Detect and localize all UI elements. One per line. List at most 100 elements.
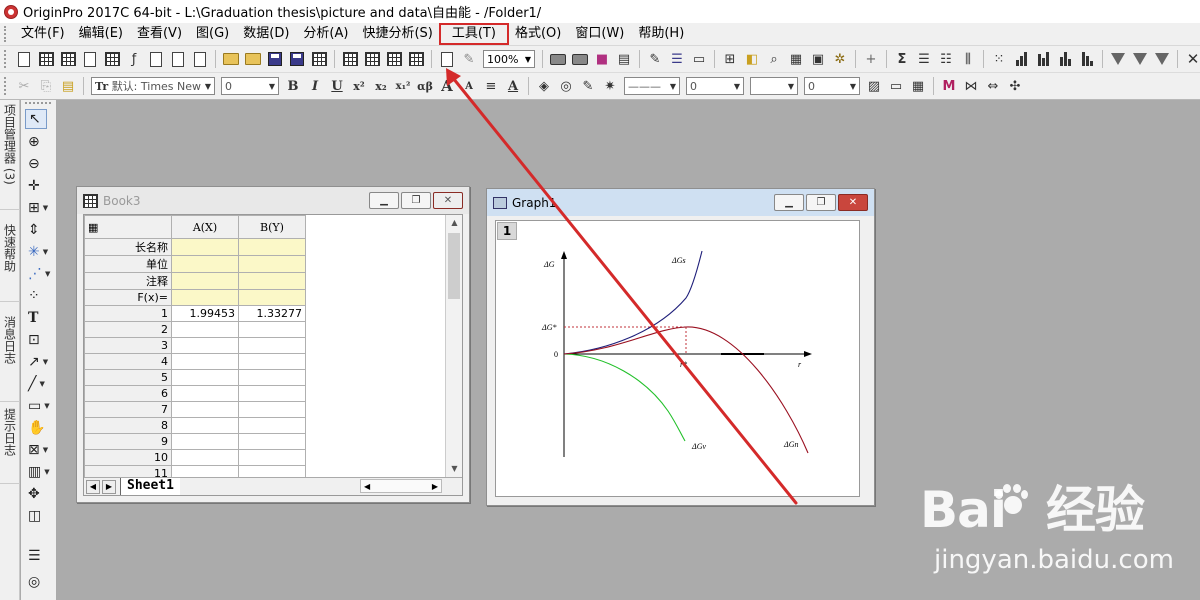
column-plot-icon[interactable]	[1011, 49, 1031, 69]
row-number[interactable]: 6	[84, 385, 172, 402]
cell[interactable]: 1.33277	[238, 305, 306, 322]
duplicate-icon[interactable]	[437, 49, 457, 69]
dialog-icon[interactable]: ▦	[786, 49, 806, 69]
mask-tool-icon[interactable]: ⋰ ▼	[25, 264, 51, 284]
settings-icon[interactable]: ✲	[830, 49, 850, 69]
more-tools-icon[interactable]: ☰	[25, 546, 51, 566]
vertical-scrollbar[interactable]: ▲ ▼	[445, 215, 462, 477]
cell[interactable]: 1.99453	[171, 305, 239, 322]
code-builder-icon[interactable]: ✎	[645, 49, 665, 69]
zoom-combo[interactable]: 100% ▼	[483, 50, 535, 68]
move-layer-tool-icon[interactable]: ✥	[25, 484, 51, 504]
menu-file[interactable]: 文件(F)	[14, 24, 72, 44]
save-project-icon[interactable]	[265, 49, 285, 69]
light-icon[interactable]: ✷	[600, 76, 620, 96]
cell[interactable]	[238, 385, 306, 402]
font-size-combo[interactable]: 0 ▼	[221, 77, 279, 95]
minimize-button[interactable]: ▁	[774, 194, 804, 211]
font-combo[interactable]: Tr 默认: Times New ▼	[91, 77, 215, 95]
superscript-button[interactable]: x²	[349, 76, 369, 96]
region-select-tool-icon[interactable]: ✳ ▼	[25, 242, 51, 262]
filter-edit-icon[interactable]	[1152, 49, 1172, 69]
row-number[interactable]: 3	[84, 337, 172, 354]
print-preview-icon[interactable]	[570, 49, 590, 69]
new-function-icon[interactable]: ƒ	[124, 49, 144, 69]
cell[interactable]	[171, 353, 239, 370]
align-icon[interactable]: ≡	[481, 76, 501, 96]
line-tool-icon[interactable]: ╱ ▼	[25, 374, 51, 394]
import-wizard-icon[interactable]	[340, 49, 360, 69]
cell[interactable]	[238, 401, 306, 418]
new-script-icon[interactable]	[190, 49, 210, 69]
menu-help[interactable]: 帮助(H)	[631, 24, 691, 44]
restore-button[interactable]: ❐	[401, 192, 431, 209]
toolbar-grip[interactable]	[4, 50, 8, 68]
horizontal-scrollbar[interactable]: ◀ ▶	[360, 479, 442, 493]
decrease-font-button[interactable]: A	[459, 76, 479, 96]
row-number[interactable]: 10	[84, 449, 172, 466]
scroll-left-icon[interactable]: ◀	[364, 482, 370, 491]
cell[interactable]	[171, 337, 239, 354]
zoom-in-tool-icon[interactable]: ⊕	[25, 132, 51, 152]
new-notes-icon[interactable]	[168, 49, 188, 69]
column-icon[interactable]: ⫼	[958, 49, 978, 69]
import-multiple-icon[interactable]	[384, 49, 404, 69]
menu-quick-analysis[interactable]: 快捷分析(S)	[355, 24, 439, 44]
menu-window[interactable]: 窗口(W)	[568, 24, 631, 44]
new-project-icon[interactable]	[14, 49, 34, 69]
film-icon[interactable]: ▤	[614, 49, 634, 69]
bold-button[interactable]: B	[283, 76, 303, 96]
move-icon[interactable]: ⇔	[983, 76, 1003, 96]
line-style-combo[interactable]: ——— ▼	[624, 77, 680, 95]
prev-sheet-icon[interactable]: ◀	[86, 479, 100, 494]
messages-icon[interactable]: ▣	[808, 49, 828, 69]
close-toolbar-icon[interactable]: ✕	[1183, 49, 1200, 69]
cell[interactable]	[238, 417, 306, 434]
minimize-button[interactable]: ▁	[369, 192, 399, 209]
subscript-button[interactable]: x₂	[371, 76, 391, 96]
row-label-comments[interactable]: 注释	[84, 272, 172, 290]
cell[interactable]	[238, 337, 306, 354]
orbit-tool-icon[interactable]: ◎	[25, 572, 51, 592]
tab-quick-help[interactable]: 快速帮助	[0, 220, 20, 302]
row-number[interactable]: 4	[84, 353, 172, 370]
close-button[interactable]: ✕	[433, 192, 463, 209]
cell[interactable]	[238, 255, 306, 273]
export-graph-icon[interactable]: ■	[592, 49, 612, 69]
pattern-icon[interactable]: ◎	[556, 76, 576, 96]
histogram-icon[interactable]	[1033, 49, 1053, 69]
fill-pattern-combo[interactable]: ▼	[750, 77, 798, 95]
close-button[interactable]: ✕	[838, 194, 868, 211]
scroll-down-icon[interactable]: ▼	[446, 461, 462, 477]
menu-tools[interactable]: 工具(T)	[438, 23, 509, 45]
command-window-icon[interactable]: ▭	[689, 49, 709, 69]
row-label-units[interactable]: 单位	[84, 255, 172, 273]
results-log-icon[interactable]: ☰	[667, 49, 687, 69]
scatter-plot-icon[interactable]: ⁙	[989, 49, 1009, 69]
hand-tool-icon[interactable]: ✋	[25, 418, 51, 438]
filter-icon[interactable]	[1108, 49, 1128, 69]
open-excel-icon[interactable]	[243, 49, 263, 69]
table-icon[interactable]: ▦	[908, 76, 928, 96]
italic-button[interactable]: I	[305, 76, 325, 96]
cell[interactable]	[171, 417, 239, 434]
hatch-icon[interactable]: ▨	[864, 76, 884, 96]
menu-edit[interactable]: 编辑(E)	[72, 24, 130, 44]
sum-icon[interactable]: Σ	[892, 49, 912, 69]
text-tool-icon[interactable]: T	[25, 308, 51, 328]
cell[interactable]	[238, 238, 306, 256]
restore-button[interactable]: ❐	[806, 194, 836, 211]
print-icon[interactable]	[548, 49, 568, 69]
app-center-icon[interactable]: ◧	[742, 49, 762, 69]
fill-color-icon[interactable]: ◈	[534, 76, 554, 96]
toolbar-grip[interactable]	[25, 102, 51, 106]
cut-icon[interactable]: ✂	[14, 76, 34, 96]
next-sheet-icon[interactable]: ▶	[102, 479, 116, 494]
menu-format[interactable]: 格式(O)	[508, 24, 568, 44]
annotation-tool-icon[interactable]: ⊡	[25, 330, 51, 350]
cell[interactable]	[238, 353, 306, 370]
workbook-window[interactable]: Book3 ▁ ❐ ✕ ▦ A(X) B(Y) 长名称 单位 注释 F(x)= …	[76, 186, 470, 503]
scroll-thumb[interactable]	[448, 233, 460, 299]
box-plot-icon[interactable]	[1055, 49, 1075, 69]
column-header-b[interactable]: B(Y)	[238, 215, 306, 239]
